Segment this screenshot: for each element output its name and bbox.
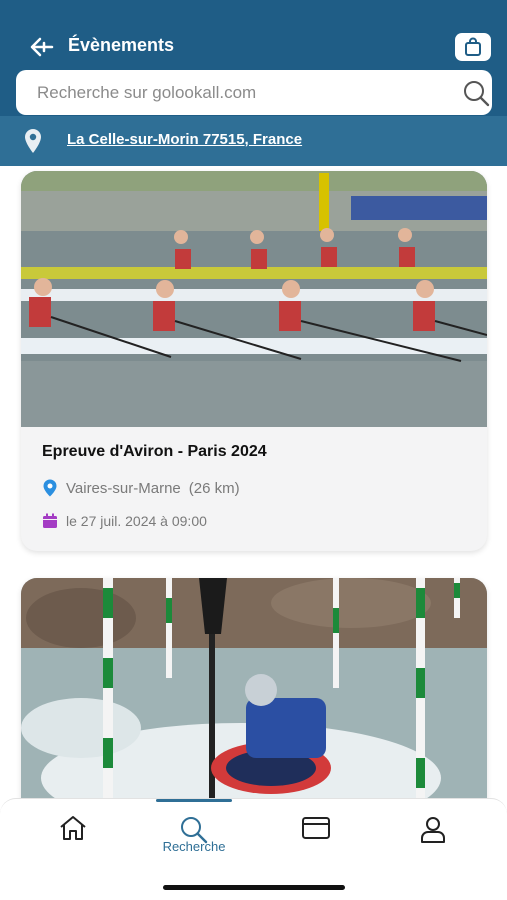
profile-icon <box>421 817 445 843</box>
browser-window-icon <box>302 817 330 839</box>
event-place: Vaires-sur-Marne <box>66 479 181 497</box>
tab-search-label[interactable]: Recherche <box>150 839 238 854</box>
tab-home[interactable] <box>53 815 93 845</box>
location-pin-icon <box>43 479 57 497</box>
shopping-bag-icon <box>465 37 481 56</box>
location-bar[interactable]: La Celle-sur-Morin 77515, France <box>0 116 507 166</box>
home-icon <box>60 816 86 840</box>
tab-browser[interactable] <box>296 815 336 845</box>
back-arrow-icon[interactable] <box>30 36 54 58</box>
location-pin-icon <box>25 129 41 153</box>
page-title: Évènements <box>68 35 175 55</box>
search-placeholder: Recherche sur golookall.com <box>37 83 257 102</box>
home-indicator[interactable] <box>163 885 345 890</box>
search-icon[interactable] <box>462 79 490 107</box>
app-header: Évènements Recherche sur golookall.com L… <box>0 0 507 166</box>
cart-button[interactable] <box>455 33 491 61</box>
active-tab-indicator <box>156 799 232 802</box>
search-input[interactable]: Recherche sur golookall.com <box>16 70 492 115</box>
tab-profile[interactable] <box>413 815 453 845</box>
event-distance: (26 km) <box>188 479 240 497</box>
event-title: Epreuve d'Aviron - Paris 2024 <box>42 443 267 460</box>
event-image-rowing <box>21 171 487 427</box>
event-date-row: le 27 juil. 2024 à 09:00 <box>42 513 207 529</box>
location-link[interactable]: La Celle-sur-Morin 77515, France <box>67 131 302 148</box>
event-location-row: Vaires-sur-Marne (26 km) <box>42 479 240 497</box>
event-date: le 27 juil. 2024 à 09:00 <box>66 513 207 529</box>
calendar-icon <box>43 513 57 528</box>
event-card[interactable]: Epreuve d'Aviron - Paris 2024 Vaires-sur… <box>21 171 487 551</box>
